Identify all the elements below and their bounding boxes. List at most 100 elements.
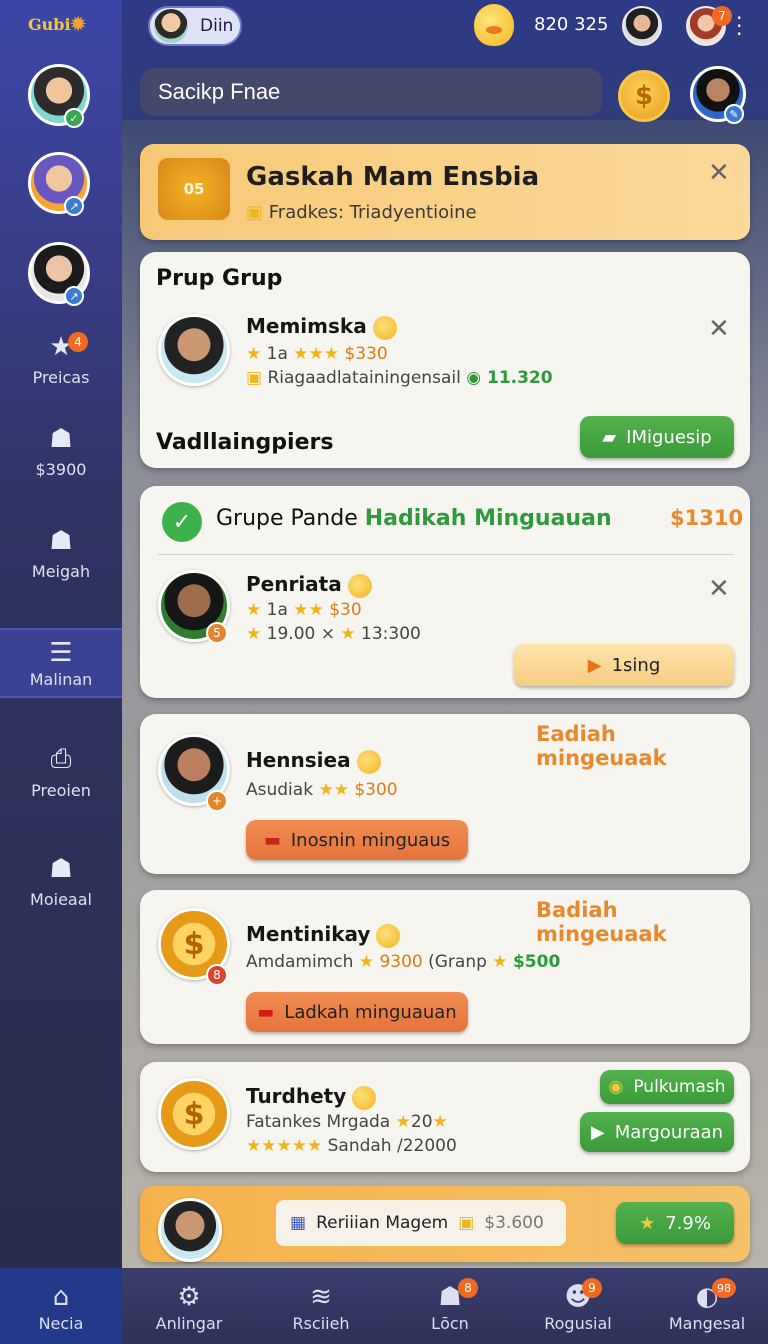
member-name: Penriata: [246, 572, 372, 598]
claim-button[interactable]: ▬ Ladkah minguauan: [246, 992, 468, 1032]
star-icon: ★: [49, 332, 73, 362]
member-detail: Fatankes Mrgada ★20★: [246, 1112, 448, 1132]
divider: [158, 554, 734, 555]
close-icon[interactable]: ✕: [708, 574, 730, 604]
user-pill[interactable]: Diin: [148, 6, 242, 46]
share-icon: ↗: [64, 196, 84, 216]
chick-icon[interactable]: [474, 4, 514, 46]
emoji-icon: [347, 573, 372, 598]
promo-offer[interactable]: ▦ Reriiian Magem ▣ $3.600: [276, 1200, 566, 1246]
gift-icon: ▬: [257, 1001, 275, 1023]
sidebar-item-label: $3900: [35, 460, 87, 479]
member-name: Hennsiea: [246, 748, 381, 774]
coin-icon: ◉: [608, 1077, 624, 1097]
list-icon: ☰: [49, 638, 73, 668]
sidebar-item-preicas[interactable]: ★ Preicas: [0, 332, 122, 402]
close-icon[interactable]: ✕: [708, 314, 730, 344]
percent-button[interactable]: ★ 7.9%: [616, 1202, 734, 1244]
member-detail: Asudiak ★★ $300: [246, 780, 398, 800]
avatar: [154, 9, 188, 43]
section-heading: Vadllaingpiers: [156, 430, 334, 455]
nav-badge: 9: [582, 1278, 602, 1298]
cart-icon: 05: [158, 158, 230, 220]
reward-card-3: $ Turdhety Fatankes Mrgada ★20★ ★★★★★ Sa…: [140, 1062, 750, 1172]
play-icon: ▶: [590, 1121, 605, 1143]
sidebar-item-label: Malinan: [29, 670, 93, 689]
promo-bar: ▦ Reriiian Magem ▣ $3.600 ★ 7.9%: [140, 1186, 750, 1262]
emoji-icon: [376, 923, 401, 948]
card-title: Prup Grup: [156, 266, 283, 291]
gift-icon: ▣: [246, 368, 263, 388]
sidebar-item-label: Meigah: [31, 562, 91, 581]
calendar-icon: ▦: [290, 1213, 307, 1233]
member-detail: ▣ Riagaadlatainingensail ◉ 11.320: [246, 368, 553, 388]
group-icon: ☗: [49, 424, 73, 454]
add-icon: +: [206, 790, 228, 812]
card-header: Eadiah mingeuaak: [536, 722, 667, 770]
users-icon: ☗: [438, 1282, 462, 1312]
sing-button[interactable]: ▶ 1sing: [514, 644, 734, 686]
migues-button[interactable]: ▰ IMiguesip: [580, 416, 734, 458]
reward-card-1: Eadiah mingeuaak + Hennsiea Asudiak ★★ $…: [140, 714, 750, 874]
friend-avatar[interactable]: [622, 6, 662, 46]
play-button[interactable]: ▶ Margouraan: [580, 1112, 734, 1152]
gift-icon: ▣: [246, 202, 264, 223]
play-icon: ▶: [587, 654, 602, 676]
card-header: Badiah mingeuaak: [536, 898, 667, 946]
gear-icon: ⚙: [177, 1282, 201, 1312]
sidebar-item-3900[interactable]: ☗ $3900: [0, 424, 122, 494]
bottom-nav: ⌂ Necia ⚙ Anlingar ≋ Rsciieh ☗ Lōcn ☻ Rogusia…: [0, 1268, 768, 1344]
avatar[interactable]: [158, 1198, 222, 1262]
tab-anlingar[interactable]: ⚙ Anlingar: [126, 1268, 252, 1344]
search-input[interactable]: [140, 68, 602, 116]
bag-icon: ☗: [49, 854, 73, 884]
sidebar-item-meigah[interactable]: ☗ Meigah: [0, 526, 122, 596]
member-rating: ★ 1a ★★★ $330: [246, 344, 388, 364]
member-detail: Amdamimch ★ 9300 (Granp ★ $500: [246, 952, 561, 972]
count-badge: 8: [206, 964, 228, 986]
claim-button[interactable]: ▬ Inosnin minguaus: [246, 820, 468, 860]
sidebar-item-moieaal[interactable]: ☗ Moieaal: [0, 854, 122, 924]
profile-icon: ⎙: [50, 744, 72, 774]
tab-necia[interactable]: ⌂ Necia: [0, 1268, 122, 1344]
bag-icon: ☗: [49, 526, 73, 556]
member-stats: ★★★★★ Sandah /22000: [246, 1136, 457, 1156]
member-name: Turdhety: [246, 1084, 377, 1110]
group-pande-card: ✓ Grupe Pande Hadikah Minguauan $1310 5 …: [140, 486, 750, 698]
pulkumash-button[interactable]: ◉ Pulkumash: [600, 1070, 734, 1104]
avatar[interactable]: [158, 314, 230, 386]
tab-mangesal[interactable]: ◐ Mangesal: [646, 1268, 768, 1344]
star-icon: ★: [639, 1212, 656, 1234]
share-icon: ↗: [64, 286, 84, 306]
tab-rsciieh[interactable]: ≋ Rsciieh: [258, 1268, 384, 1344]
coin-icon[interactable]: $: [618, 70, 670, 122]
app-logo[interactable]: Gubi✹: [28, 14, 86, 35]
sidebar-item-preoien[interactable]: ⎙ Preoien: [0, 744, 122, 814]
gift-icon: ▬: [263, 829, 281, 851]
close-icon[interactable]: ✕: [708, 158, 730, 188]
avatar-badge: 5: [206, 622, 228, 644]
event-banner[interactable]: 05 Gaskah Mam Ensbia ▣ Fradkes: Triadyen…: [140, 144, 750, 240]
tab-rogusial[interactable]: ☻ Rogusial: [514, 1268, 642, 1344]
sidebar-item-label: Preicas: [32, 368, 90, 387]
member-rating: ★ 1a ★★ $30: [246, 600, 362, 620]
sidebar-item-label: Moieaal: [30, 890, 92, 909]
sidebar-item-label: Preoien: [31, 781, 91, 800]
home-icon: ⌂: [52, 1282, 70, 1312]
emoji-icon: [356, 749, 381, 774]
avatar-icon: ◐: [695, 1282, 719, 1312]
sun-icon: ✹: [70, 14, 86, 35]
user-label: Diin: [200, 16, 234, 36]
member-name: Mentinikay: [246, 922, 401, 948]
coin-icon[interactable]: $: [158, 1078, 230, 1150]
sidebar-item-malinan[interactable]: ☰ Malinan: [0, 628, 122, 698]
more-menu-icon[interactable]: · · ·: [736, 8, 742, 44]
tab-locn[interactable]: ☗ Lōcn: [390, 1268, 510, 1344]
nav-badge: 98: [712, 1278, 736, 1298]
card-amount: $1310: [670, 506, 744, 530]
stack-icon: ≋: [310, 1282, 332, 1312]
online-icon: ✓: [64, 108, 84, 128]
member-stats: ★ 19.00 ⨯ ★ 13:300: [246, 624, 421, 644]
banner-subtitle: ▣ Fradkes: Triadyentioine: [246, 202, 477, 223]
banner-title: Gaskah Mam Ensbia: [246, 162, 540, 192]
